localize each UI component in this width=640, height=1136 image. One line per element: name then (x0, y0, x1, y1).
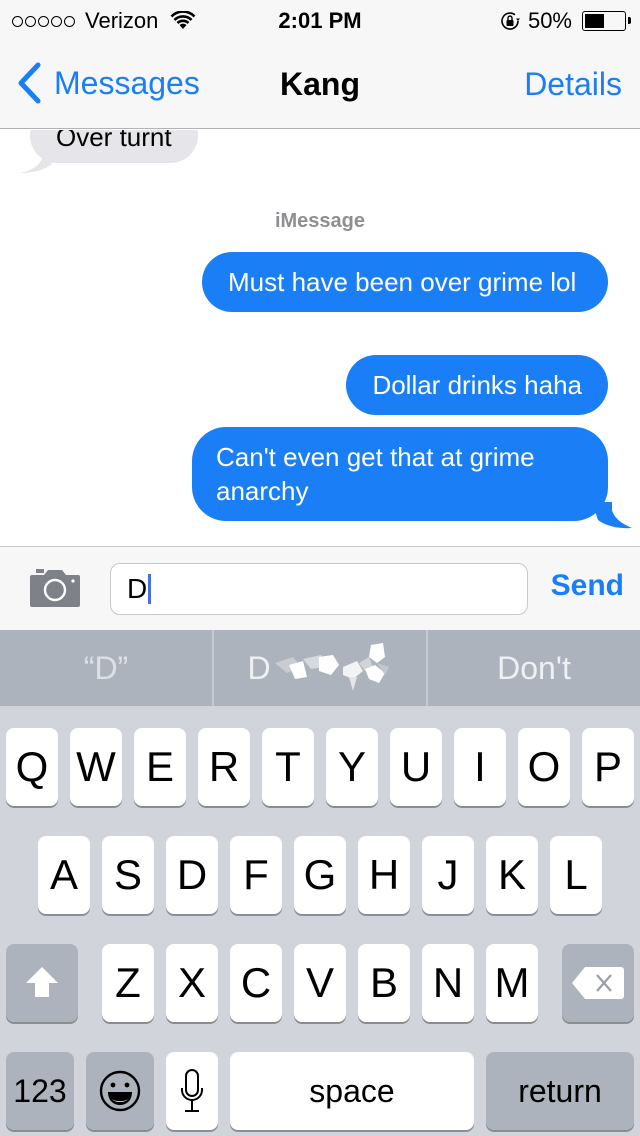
key-label: K (497, 851, 526, 898)
key-label: E (145, 743, 174, 790)
chevron-left-icon (18, 62, 41, 104)
delete-key[interactable] (562, 944, 634, 1022)
keyboard: 123 space return QWERTYUIOP ASDFGHJKL ZXCV… (0, 706, 640, 1136)
key-label: Y (337, 743, 366, 790)
key-label: I (474, 743, 486, 790)
details-button[interactable]: Details (524, 66, 622, 103)
key-w[interactable]: W (70, 728, 122, 806)
key-g[interactable]: G (294, 836, 346, 914)
key-label: Q (15, 743, 49, 790)
key-label: X (177, 959, 206, 1006)
predictive-suggestions-bar: “D” D Don't (0, 630, 640, 706)
back-button[interactable]: Messages (16, 62, 200, 104)
key-x[interactable]: X (166, 944, 218, 1022)
message-bubble-outgoing[interactable]: Must have been over grime lol (202, 252, 608, 312)
space-key-label: space (309, 1072, 395, 1109)
emoji-key[interactable] (86, 1052, 154, 1130)
key-label: H (368, 851, 400, 898)
emoji-icon (99, 1070, 141, 1112)
space-key[interactable]: space (230, 1052, 474, 1130)
key-label: C (240, 959, 272, 1006)
key-label: P (593, 743, 622, 790)
key-label: Z (115, 959, 141, 1006)
text-cursor (148, 574, 152, 604)
key-label: N (432, 959, 464, 1006)
key-m[interactable]: M (486, 944, 538, 1022)
service-label: iMessage (274, 210, 366, 232)
outgoing-bubble-tail (592, 502, 632, 529)
key-r[interactable]: R (198, 728, 250, 806)
nav-bar: Messages Kang Details (0, 40, 640, 129)
key-v[interactable]: V (294, 944, 346, 1022)
suggestion-label: Don't (497, 649, 571, 686)
input-bar: D Send (0, 546, 640, 630)
key-label: G (303, 851, 337, 898)
key-t[interactable]: T (262, 728, 314, 806)
key-s[interactable]: S (102, 836, 154, 914)
send-button[interactable]: Send (551, 569, 624, 603)
numbers-key-label: 123 (13, 1072, 67, 1109)
key-label: M (494, 959, 530, 1006)
key-a[interactable]: A (38, 836, 90, 914)
suggestion-label: “D” (83, 649, 129, 686)
key-k[interactable]: K (486, 836, 538, 914)
key-label: B (369, 959, 398, 1006)
key-u[interactable]: U (390, 728, 442, 806)
shift-icon (26, 967, 58, 997)
key-c[interactable]: C (230, 944, 282, 1022)
key-label: J (437, 851, 459, 898)
message-input[interactable]: D (110, 563, 528, 615)
dictation-key[interactable] (166, 1052, 218, 1130)
key-label: D (176, 851, 208, 898)
key-e[interactable]: E (134, 728, 186, 806)
key-i[interactable]: I (454, 728, 506, 806)
microphone-icon (181, 1069, 203, 1112)
key-n[interactable]: N (422, 944, 474, 1022)
message-input-value: D (127, 573, 148, 604)
camera-icon[interactable] (30, 567, 80, 607)
key-d[interactable]: D (166, 836, 218, 914)
shift-key[interactable] (6, 944, 78, 1022)
key-label: F (243, 851, 269, 898)
key-label: T (275, 743, 301, 790)
message-bubble-outgoing[interactable]: Can't even get that at grime anarchy (192, 427, 608, 521)
numbers-key[interactable]: 123 (6, 1052, 74, 1130)
battery-percent: 50% (527, 8, 572, 33)
key-j[interactable]: J (422, 836, 474, 914)
rendering-artifact-icon (274, 643, 389, 691)
key-label: O (527, 743, 561, 790)
status-bar: Verizon 2:01 PM 50% (0, 0, 640, 40)
suggestion-label: D (247, 649, 271, 686)
key-z[interactable]: Z (102, 944, 154, 1022)
status-right: 50% (498, 8, 631, 34)
suggestion-middle[interactable]: D (212, 630, 426, 706)
battery-fill (585, 14, 604, 28)
key-h[interactable]: H (358, 836, 410, 914)
rotation-lock-icon (501, 12, 520, 30)
key-label: U (400, 743, 432, 790)
key-q[interactable]: Q (6, 728, 58, 806)
key-label: L (564, 851, 588, 898)
key-o[interactable]: O (518, 728, 570, 806)
back-label: Messages (54, 64, 200, 101)
message-bubble-outgoing[interactable]: Dollar drinks haha (346, 355, 608, 415)
suggestion-right[interactable]: Don't (426, 630, 640, 706)
key-label: V (305, 959, 334, 1006)
suggestion-literal[interactable]: “D” (0, 630, 212, 706)
battery-icon (582, 11, 631, 31)
key-label: A (49, 851, 78, 898)
key-label: R (208, 743, 240, 790)
key-p[interactable]: P (582, 728, 634, 806)
key-f[interactable]: F (230, 836, 282, 914)
key-b[interactable]: B (358, 944, 410, 1022)
key-l[interactable]: L (550, 836, 602, 914)
key-label: W (76, 743, 116, 790)
key-y[interactable]: Y (326, 728, 378, 806)
conversation-view[interactable]: Over turnt iMessage Must have been over … (0, 130, 640, 546)
delete-icon (572, 967, 624, 999)
return-key-label: return (518, 1072, 602, 1109)
key-label: S (113, 851, 142, 898)
message-bubble-incoming[interactable]: Over turnt (30, 130, 198, 163)
return-key[interactable]: return (486, 1052, 634, 1130)
